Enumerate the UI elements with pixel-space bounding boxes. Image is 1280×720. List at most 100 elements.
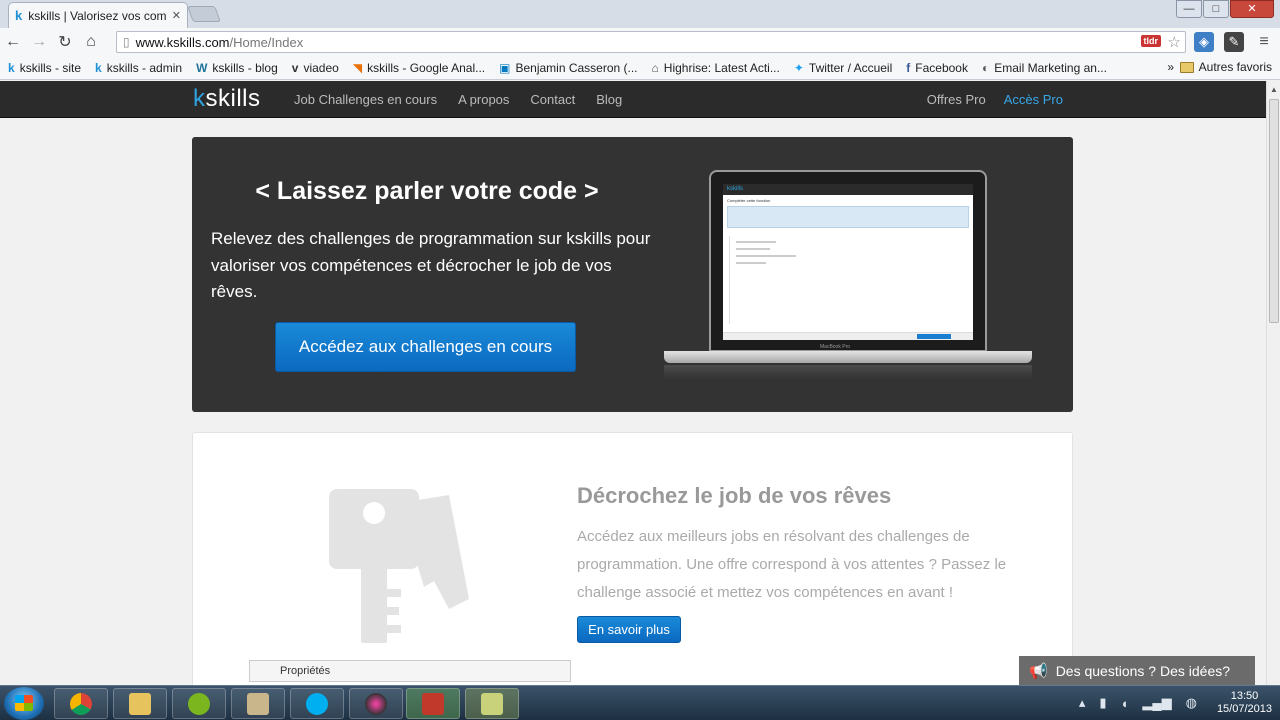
bookmark-label: Benjamin Casseron (... <box>515 60 638 75</box>
bookmark-item[interactable]: f Facebook <box>906 61 968 75</box>
bookmark-item[interactable]: ✦ Twitter / Accueil <box>794 61 892 75</box>
kskills-logo[interactable]: kskills <box>193 85 261 113</box>
hero-text: Relevez des challenges de programmation … <box>211 229 651 301</box>
bookmark-star-icon[interactable]: ☆ <box>1168 33 1181 51</box>
capture-icon <box>365 692 387 715</box>
kskills-favicon-icon: k <box>15 8 23 23</box>
nav-job-challenges[interactable]: Job Challenges en cours <box>294 92 437 107</box>
taskbar-spotify[interactable] <box>172 688 226 719</box>
taskbar-capture[interactable] <box>349 688 403 719</box>
taskbar-app[interactable] <box>231 688 285 719</box>
folder-icon <box>129 692 151 715</box>
bookmark-label: kskills - Google Anal... <box>367 60 486 75</box>
taskbar-notes[interactable] <box>465 688 519 719</box>
nav-links: Job Challenges en cours A propos Contact… <box>294 92 643 107</box>
evernote-extension-icon[interactable]: ✎ <box>1224 32 1244 52</box>
bookmark-icon: ✦ <box>793 60 804 75</box>
megaphone-icon: 📢 <box>1029 662 1048 680</box>
notes-icon <box>481 692 503 715</box>
menu-icon[interactable]: ≡ <box>1254 32 1274 52</box>
tray-globe-icon[interactable]: ◍ <box>1186 695 1197 711</box>
bookmark-label: Email Marketing an... <box>994 60 1107 75</box>
tray-device-icon[interactable]: ▮ <box>1099 695 1106 711</box>
windows-logo-icon <box>15 695 33 711</box>
bookmark-item[interactable]: k kskills - site <box>8 61 81 75</box>
taskbar-clock[interactable]: 13:50 15/07/2013 <box>1217 690 1272 716</box>
feedback-widget[interactable]: 📢 Des questions ? Des idées? <box>1019 656 1255 685</box>
bookmark-label: kskills - site <box>19 60 82 75</box>
maximize-button[interactable]: □ <box>1203 0 1229 18</box>
taskbar-chrome[interactable] <box>54 688 108 719</box>
challenges-cta-button[interactable]: Accédez aux challenges en cours <box>275 322 576 372</box>
browser-toolbar: ← → ↻ ⌂ ▯ www.kskills.com /Home/Index tl… <box>0 28 1280 56</box>
bookmark-label: Twitter / Accueil <box>808 60 893 75</box>
extension-icon[interactable]: ◈ <box>1194 32 1214 52</box>
network-icon[interactable]: ▂▄▆ <box>1142 695 1171 711</box>
clock-date: 15/07/2013 <box>1216 703 1272 715</box>
volume-icon[interactable]: ◖ <box>1121 696 1129 711</box>
tab-close-icon[interactable]: ✕ <box>172 9 181 22</box>
laptop-brand: MacBook Pro <box>820 344 851 350</box>
home-icon[interactable]: ⌂ <box>78 33 104 51</box>
laptop-illustration: kskills Compléter cette fonction <box>709 170 987 352</box>
job-text: Accédez aux meilleurs jobs en résolvant … <box>577 528 1007 601</box>
bookmark-item[interactable]: k kskills - admin <box>95 61 182 75</box>
taskbar-explorer[interactable] <box>113 688 167 719</box>
tab-title: kskills | Valorisez vos com <box>28 8 167 23</box>
site-navbar: kskills Job Challenges en cours A propos… <box>0 81 1266 118</box>
scrollbar-thumb[interactable] <box>1269 99 1279 323</box>
tray-arrow-icon[interactable]: ▴ <box>1079 695 1086 711</box>
nav-contact[interactable]: Contact <box>530 92 575 107</box>
new-tab-button[interactable] <box>187 6 221 22</box>
bookmarks-overflow-button[interactable]: » <box>1167 60 1174 74</box>
job-title: Décrochez le job de vos rêves <box>577 483 892 508</box>
scroll-up-icon[interactable]: ▲ <box>1270 85 1278 94</box>
properties-bar[interactable]: Propriétés <box>249 660 571 682</box>
bookmark-label: Highrise: Latest Acti... <box>663 60 780 75</box>
minimize-button[interactable]: — <box>1176 0 1202 18</box>
recorder-icon <box>422 692 444 715</box>
bookmark-item[interactable]: ◐ Email Marketing an... <box>982 61 1107 75</box>
bookmark-icon: k <box>8 60 15 75</box>
folder-icon <box>1179 61 1194 73</box>
laptop-screen-instructions <box>727 206 969 228</box>
forward-arrow-icon[interactable]: → <box>26 33 52 51</box>
nav-acces-pro[interactable]: Accès Pro <box>1004 92 1063 107</box>
bookmark-item[interactable]: v viadeo <box>292 61 339 75</box>
bookmark-icon: W <box>196 60 208 75</box>
bookmark-icon: ▣ <box>499 60 511 75</box>
en-savoir-plus-button[interactable]: En savoir plus <box>577 616 681 643</box>
nav-offres-pro[interactable]: Offres Pro <box>927 92 986 107</box>
laptop-screen: kskills Compléter cette fonction <box>723 184 973 340</box>
nav-a-propos[interactable]: A propos <box>458 92 509 107</box>
bookmark-item[interactable]: Wkskills - blog <box>196 61 278 75</box>
bookmark-item[interactable]: ▣ Benjamin Casseron (... <box>499 61 637 75</box>
close-window-button[interactable]: ✕ <box>1230 0 1274 18</box>
tldr-extension-badge[interactable]: tldr <box>1140 35 1161 47</box>
laptop-screen-code <box>729 236 967 324</box>
start-button[interactable] <box>4 687 44 720</box>
window-controls: — □ ✕ <box>1175 0 1274 18</box>
taskbar-skype[interactable] <box>290 688 344 719</box>
laptop-screen-title: Compléter cette fonction <box>727 198 771 203</box>
back-arrow-icon[interactable]: ← <box>0 33 26 51</box>
bookmark-item[interactable]: ⌂ Highrise: Latest Acti... <box>652 61 780 75</box>
spotify-icon <box>188 692 210 715</box>
page-scrollbar[interactable]: ▲ <box>1266 81 1280 685</box>
taskbar-recorder[interactable] <box>406 688 460 719</box>
bookmark-icon: ⌂ <box>651 60 659 75</box>
nav-blog[interactable]: Blog <box>596 92 622 107</box>
reload-icon[interactable]: ↻ <box>52 32 78 52</box>
address-bar[interactable]: ▯ www.kskills.com /Home/Index tldr ☆ <box>116 31 1186 53</box>
windows-taskbar: ▴ ▮ ◖ ▂▄▆ ◍ 13:50 15/07/2013 <box>0 685 1280 720</box>
bookmark-item[interactable]: ◥ kskills - Google Anal... <box>353 61 485 75</box>
hero-title: < Laissez parler votre code > <box>255 177 599 205</box>
other-bookmarks-label: Autres favoris <box>1198 60 1272 74</box>
laptop-reflection <box>664 365 1032 379</box>
logo-k: k <box>193 85 206 112</box>
browser-tab[interactable]: k kskills | Valorisez vos com ✕ <box>8 2 188 28</box>
job-section: Décrochez le job de vos rêves Accédez au… <box>192 432 1073 692</box>
bookmark-icon: k <box>95 60 102 75</box>
other-bookmarks-folder[interactable]: Autres favoris <box>1179 60 1272 74</box>
bookmark-icon: ◐ <box>981 60 990 75</box>
